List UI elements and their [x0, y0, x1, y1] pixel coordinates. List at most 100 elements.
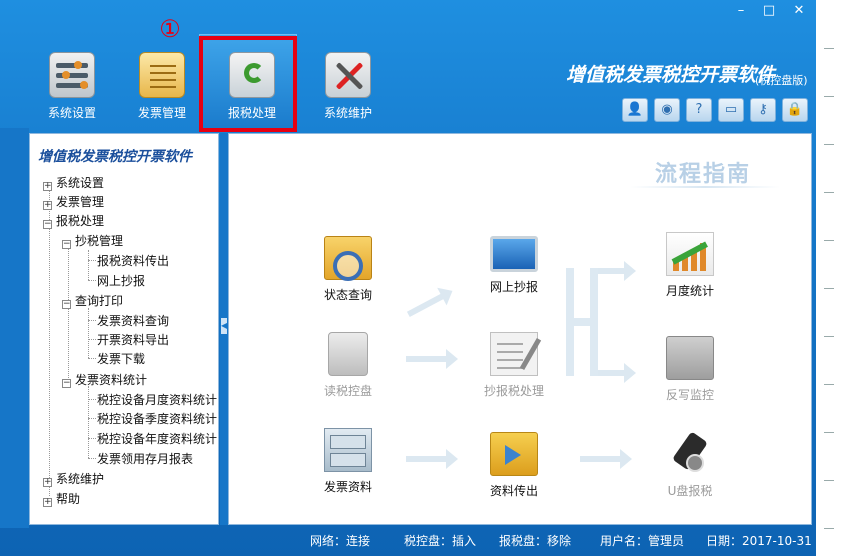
tree-item-copy-tax-management[interactable]: − 抄税管理	[62, 232, 123, 249]
step-label: 资料传出	[489, 484, 538, 498]
key-icon: ⚷	[758, 102, 768, 117]
window-button[interactable]: ▭	[718, 98, 744, 122]
collapse-icon[interactable]: −	[62, 379, 71, 388]
lock-icon: 🔒	[786, 102, 804, 117]
toolbar-label: 系统设置	[47, 106, 96, 120]
annotation-highlight-box	[199, 36, 297, 132]
tree-item-query-print[interactable]: − 查询打印	[62, 292, 123, 309]
app-title: 增值税发票税控开票软件	[566, 64, 776, 86]
tree-item-label: 帮助	[56, 492, 81, 506]
tree-item-invoice-query[interactable]: 发票资料查询	[97, 312, 169, 329]
globe-button[interactable]: ◉	[654, 98, 680, 122]
toolbar-label: 发票管理	[137, 106, 186, 120]
tree-item-label: 系统设置	[56, 176, 105, 190]
step-invoice-data[interactable]: 发票资料	[303, 428, 393, 495]
toolbar-system-settings-button[interactable]: 系统设置	[36, 46, 108, 122]
tree-item-label: 发票领用存月报表	[97, 452, 194, 466]
tree-item-label: 系统维护	[56, 472, 105, 486]
collapse-icon[interactable]: −	[62, 300, 71, 309]
tree-item-online-copy[interactable]: 网上抄报	[97, 272, 145, 289]
tree-item-system-maintenance[interactable]: + 系统维护	[43, 470, 104, 487]
minimize-button[interactable]: –	[730, 2, 752, 20]
settings-icon	[49, 52, 95, 98]
tree-item-issue-data-export[interactable]: 开票资料导出	[97, 331, 169, 348]
status-network: 网络：连接	[310, 534, 371, 548]
expand-icon[interactable]: +	[43, 498, 52, 507]
tree-item-label: 发票资料查询	[97, 314, 170, 328]
annotation-marker: ①	[159, 15, 181, 43]
tree-title: 增值税发票税控开票软件	[38, 149, 192, 165]
folder-search-icon	[324, 236, 372, 281]
toolbar-label: 系统维护	[323, 106, 372, 120]
step-label: U盘报税	[667, 484, 713, 498]
key-button[interactable]: ⚷	[750, 98, 776, 122]
step-status-query[interactable]: 状态查询	[303, 236, 393, 303]
flow-arrow	[598, 261, 636, 281]
step-label: 发票资料	[323, 480, 372, 494]
tree-item-label: 开票资料导出	[97, 333, 170, 347]
expand-icon[interactable]: +	[43, 478, 52, 487]
flow-arrow	[580, 449, 632, 469]
tree-item-label: 发票管理	[56, 195, 105, 209]
flow-bracket	[574, 318, 590, 326]
tree-item-system-settings[interactable]: + 系统设置	[43, 174, 104, 191]
tree-item-label: 查询打印	[75, 294, 124, 308]
help-button[interactable]: ?	[686, 98, 712, 122]
collapse-panel-handle[interactable]: ◀	[221, 318, 227, 334]
help-icon: ?	[695, 102, 703, 117]
step-monthly-statistics[interactable]: 月度统计	[645, 232, 735, 299]
close-button[interactable]: ✕	[788, 2, 810, 20]
step-read-tax-disk[interactable]: 读税控盘	[303, 332, 393, 399]
tree-item-tax-data-export[interactable]: 报税资料传出	[97, 252, 169, 269]
maintenance-icon	[325, 52, 371, 98]
tree-item-tax-processing[interactable]: − 报税处理	[43, 212, 104, 229]
tree-item-stock-report[interactable]: 发票领用存月报表	[97, 450, 193, 467]
tree-item-label: 税控设备月度资料统计	[97, 393, 218, 407]
step-copy-tax-processing[interactable]: 抄报税处理	[469, 332, 559, 399]
tree-item-monthly-statistics[interactable]: 税控设备月度资料统计	[97, 391, 217, 408]
user-icon: 👤	[626, 102, 644, 117]
document-edit-icon	[490, 332, 542, 376]
tree-item-quarterly-statistics[interactable]: 税控设备季度资料统计	[97, 410, 217, 427]
invoice-icon	[139, 52, 185, 98]
tree-item-label: 税控设备季度资料统计	[97, 412, 218, 426]
collapse-icon[interactable]: −	[43, 220, 52, 229]
window-icon: ▭	[724, 102, 738, 117]
left-strip	[0, 128, 29, 528]
flow-bracket	[566, 268, 574, 376]
status-tax-disk: 税控盘：插入	[404, 534, 477, 548]
lock-button[interactable]: 🔒	[782, 98, 808, 122]
status-username: 用户名：管理员	[600, 534, 685, 548]
expand-icon[interactable]: +	[43, 182, 52, 191]
tree-item-label: 发票资料统计	[75, 373, 148, 387]
export-icon	[490, 432, 538, 476]
flow-bracket	[590, 268, 598, 376]
toolbar-system-maintenance-button[interactable]: 系统维护	[312, 46, 384, 122]
collapse-icon[interactable]: −	[62, 240, 71, 249]
step-writeback-monitor[interactable]: 反写监控	[645, 336, 735, 403]
usb-key-icon	[670, 431, 710, 476]
toolbar-invoice-management-button[interactable]: 发票管理	[126, 46, 198, 122]
usb-icon	[328, 332, 368, 376]
flow-guide-title: 流程指南	[655, 162, 752, 187]
user-button[interactable]: 👤	[622, 98, 648, 122]
maximize-button[interactable]: □	[758, 2, 780, 20]
tree-item-help[interactable]: + 帮助	[43, 490, 80, 507]
app-subtitle: (税控盘版)	[755, 74, 808, 87]
tree-item-label: 抄税管理	[75, 234, 124, 248]
tree-item-invoice-download[interactable]: 发票下载	[97, 350, 145, 367]
step-online-copy[interactable]: 网上抄报	[469, 236, 559, 295]
tree-item-label: 报税资料传出	[97, 254, 170, 268]
flow-arrow	[406, 349, 458, 369]
flow-arrow	[598, 363, 636, 383]
step-data-export[interactable]: 资料传出	[469, 432, 559, 499]
tree-item-invoice-statistics[interactable]: − 发票资料统计	[62, 371, 147, 388]
step-label: 状态查询	[323, 288, 372, 302]
tree-item-yearly-statistics[interactable]: 税控设备年度资料统计	[97, 430, 217, 447]
tree-item-label: 报税处理	[56, 214, 105, 228]
expand-icon[interactable]: +	[43, 201, 52, 210]
status-date: 日期：2017-10-31	[706, 534, 812, 548]
step-ukey-report[interactable]: U盘报税	[645, 431, 735, 499]
step-label: 读税控盘	[323, 384, 372, 398]
tree-item-invoice-management[interactable]: + 发票管理	[43, 193, 104, 210]
